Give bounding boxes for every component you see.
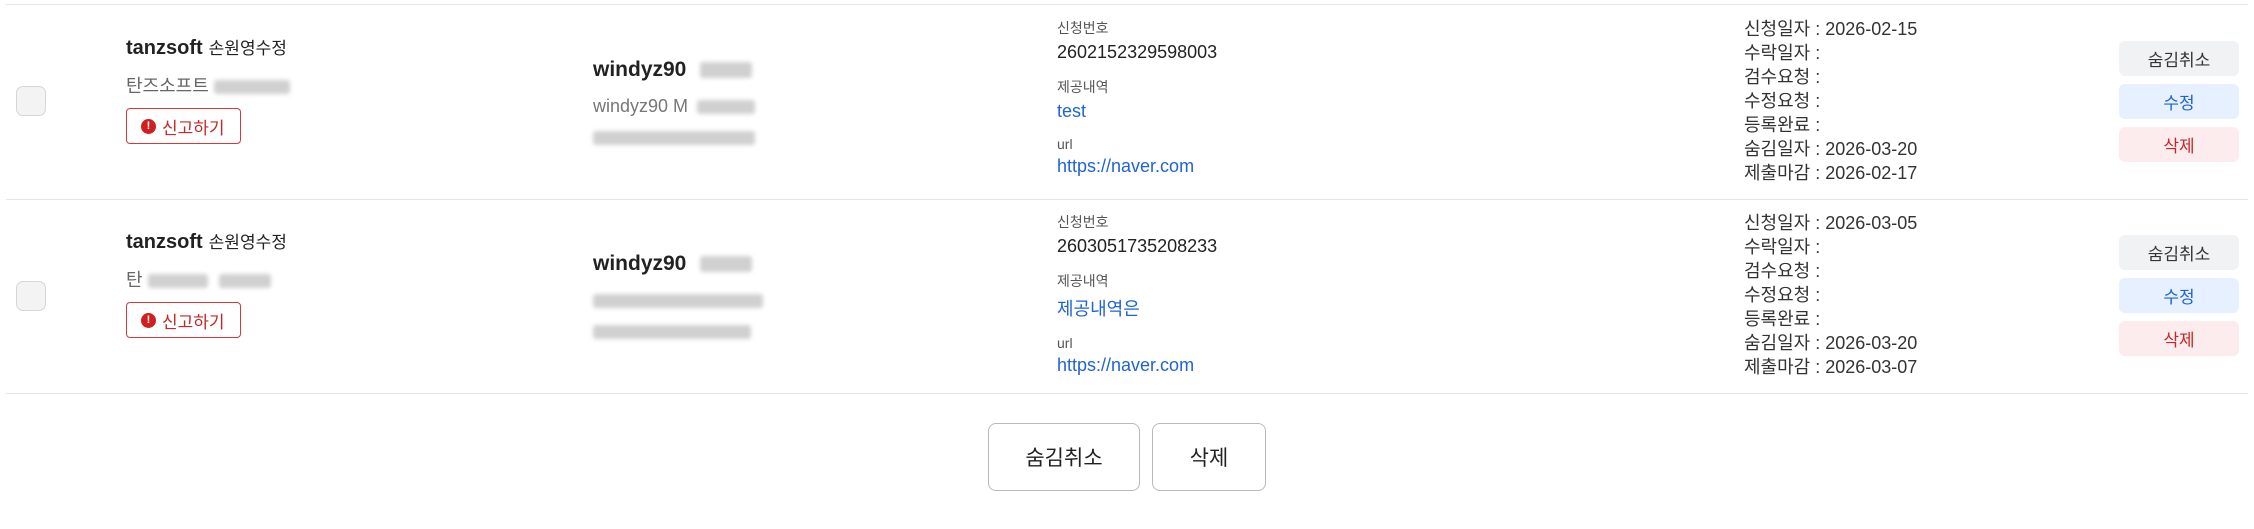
application-list: tanzsoft 손원영수정 탄즈소프트 ! 신고하기 windyz90 wind… (0, 0, 2254, 529)
company-title: tanzsoft 손원영수정 (126, 34, 290, 60)
redacted-text (700, 256, 753, 273)
company-title: tanzsoft 손원영수정 (126, 228, 287, 254)
company-subtitle: 손원영수정 (208, 233, 287, 252)
provided-label: 제공내역 (1057, 79, 1109, 95)
user-id-text: windyz90 (593, 252, 687, 275)
request-no: 2602152329598003 (1057, 42, 1218, 62)
redacted-text (218, 274, 271, 289)
url-label: url (1057, 335, 1073, 351)
provided-label: 제공내역 (1057, 273, 1109, 289)
url-label: url (1057, 136, 1073, 152)
unhide-button[interactable]: 숨김취소 (2119, 235, 2239, 270)
user-id: windyz90 (593, 58, 755, 82)
company-subtitle: 손원영수정 (208, 39, 287, 58)
table-row: tanzsoft 손원영수정 탄즈소프트 ! 신고하기 windyz90 wind… (6, 5, 2248, 200)
row-actions: 숨김취소 수정 삭제 (2119, 235, 2239, 364)
company-name-text: 탄 (126, 270, 143, 290)
row-checkbox[interactable] (16, 86, 46, 116)
provided-link[interactable]: 제공내역은 (1057, 295, 1217, 321)
provided-link[interactable]: test (1057, 101, 1217, 122)
date-revision-requested: 수정요청 : (1744, 91, 1821, 111)
dates-cell: 신청일자 : 2026-02-15 수락일자 : 검수요청 : 수정요청 : 등… (1744, 17, 1917, 185)
user-contact (593, 290, 763, 311)
company-cell: tanzsoft 손원영수정 탄 ! 신고하기 (126, 228, 287, 338)
url-link[interactable]: https://naver.com (1057, 355, 1217, 376)
delete-button[interactable]: 삭제 (2119, 127, 2239, 162)
date-accepted: 수락일자 : (1744, 237, 1821, 257)
report-button[interactable]: ! 신고하기 (126, 108, 241, 144)
user-id: windyz90 (593, 252, 763, 276)
redacted-text (593, 294, 763, 309)
redacted-text (700, 62, 753, 79)
report-button-label: 신고하기 (162, 118, 225, 138)
redacted-text (593, 325, 751, 340)
bulk-delete-button[interactable]: 삭제 (1152, 423, 1266, 491)
company-name: 탄즈소프트 (126, 72, 290, 98)
redacted-text (697, 100, 756, 115)
user-cell: windyz90 windyz90 M (593, 58, 756, 148)
user-cell: windyz90 (593, 252, 763, 342)
request-info-cell: 신청번호 2602152329598003 제공내역 test url http… (1057, 18, 1217, 191)
unhide-button[interactable]: 숨김취소 (2119, 41, 2239, 76)
request-info-cell: 신청번호 2603051735208233 제공내역 제공내역은 url htt… (1057, 212, 1217, 390)
date-review-requested: 검수요청 : (1744, 67, 1821, 87)
report-button[interactable]: ! 신고하기 (126, 302, 241, 338)
redacted-text (593, 131, 755, 146)
date-accepted: 수락일자 : (1744, 43, 1821, 63)
company-name: 탄 (126, 266, 287, 292)
user-contact-text: windyz90 M (593, 96, 689, 116)
exclamation-circle-icon: ! (141, 118, 156, 134)
request-no-label: 신청번호 (1057, 214, 1109, 230)
date-registered: 등록완료 : (1744, 309, 1821, 329)
date-revision-requested: 수정요청 : (1744, 285, 1821, 305)
date-hidden: 숨김일자 : 2026-03-20 (1744, 139, 1918, 159)
date-review-requested: 검수요청 : (1744, 261, 1821, 281)
dates-cell: 신청일자 : 2026-03-05 수락일자 : 검수요청 : 수정요청 : 등… (1744, 211, 1917, 379)
company-name-text: 탄즈소프트 (126, 76, 209, 96)
bulk-unhide-button[interactable]: 숨김취소 (988, 423, 1140, 491)
user-phone (593, 321, 763, 342)
date-registered: 등록완료 : (1744, 115, 1821, 135)
date-hidden: 숨김일자 : 2026-03-20 (1744, 333, 1918, 353)
delete-button[interactable]: 삭제 (2119, 321, 2239, 356)
redacted-text (147, 274, 208, 289)
date-requested: 신청일자 : 2026-03-05 (1744, 213, 1918, 233)
company-id: tanzsoft (126, 37, 203, 59)
date-deadline: 제출마감 : 2026-03-07 (1744, 357, 1918, 377)
edit-button[interactable]: 수정 (2119, 84, 2239, 119)
row-checkbox[interactable] (16, 281, 46, 311)
url-link[interactable]: https://naver.com (1057, 156, 1217, 177)
user-id-text: windyz90 (593, 58, 687, 81)
row-actions: 숨김취소 수정 삭제 (2119, 41, 2239, 170)
request-no-label: 신청번호 (1057, 20, 1109, 36)
table-row: tanzsoft 손원영수정 탄 ! 신고하기 windyz90 신청번호 26… (6, 199, 2248, 394)
request-no: 2603051735208233 (1057, 236, 1218, 256)
redacted-text (213, 80, 290, 95)
date-deadline: 제출마감 : 2026-02-17 (1744, 163, 1918, 183)
user-phone (593, 127, 755, 148)
user-contact: windyz90 M (593, 96, 756, 117)
company-id: tanzsoft (126, 231, 203, 253)
report-button-label: 신고하기 (162, 312, 225, 332)
company-cell: tanzsoft 손원영수정 탄즈소프트 ! 신고하기 (126, 34, 290, 144)
edit-button[interactable]: 수정 (2119, 278, 2239, 313)
exclamation-circle-icon: ! (141, 312, 156, 328)
date-requested: 신청일자 : 2026-02-15 (1744, 19, 1918, 39)
